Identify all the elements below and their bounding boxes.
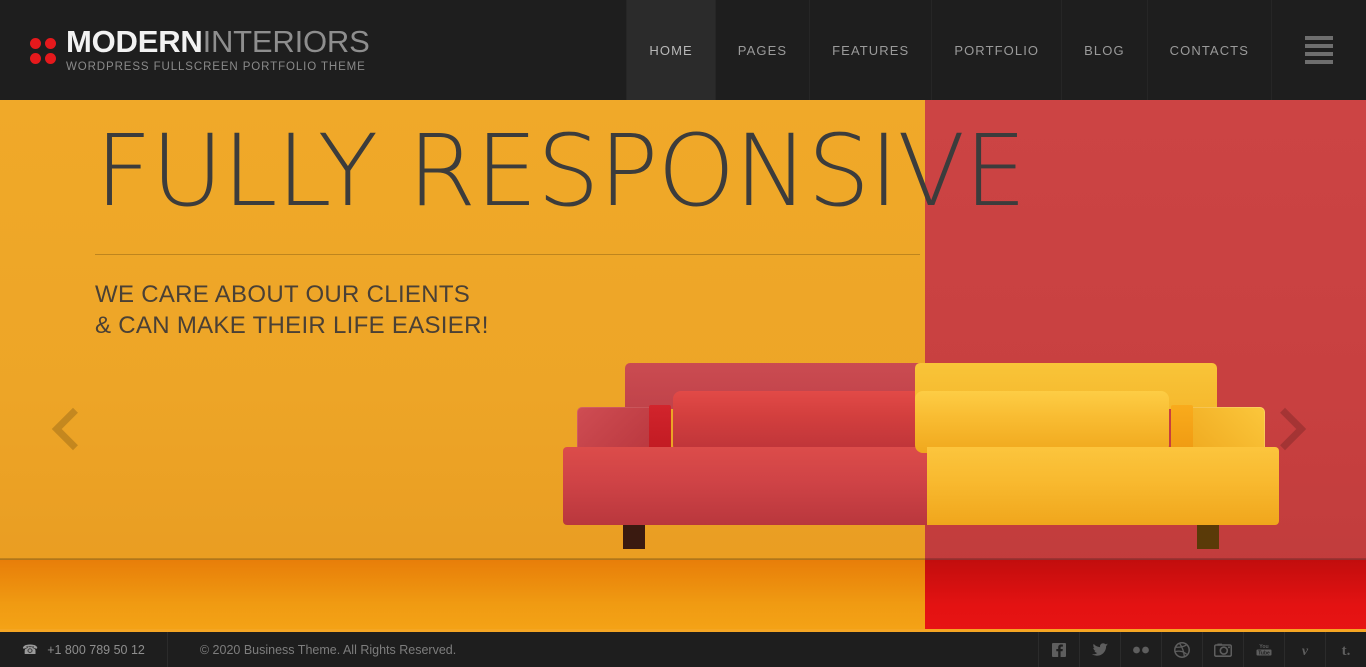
hero-subline-line1: WE CARE ABOUT OUR CLIENTS xyxy=(95,280,471,308)
chevron-right-icon[interactable] xyxy=(1262,400,1308,460)
logo-dot xyxy=(30,38,41,49)
hero-headline: FULLY RESPONSIVE xyxy=(95,114,1027,229)
sofa-leg xyxy=(623,523,645,549)
svg-text:v: v xyxy=(1302,644,1309,657)
logo-dot xyxy=(45,38,56,49)
youtube-icon[interactable]: You Tube xyxy=(1243,632,1284,667)
floor xyxy=(0,560,1366,635)
tumblr-icon[interactable]: t. xyxy=(1325,632,1366,667)
hero-slider: FULLY RESPONSIVE WE CARE ABOUT OUR CLIEN… xyxy=(0,100,1366,635)
flickr-icon[interactable] xyxy=(1120,632,1161,667)
hero-subline-line2: & CAN MAKE THEIR LIFE EASIER! xyxy=(95,311,489,339)
nav-item-home[interactable]: HOME xyxy=(626,0,715,100)
hero-text-block: FULLY RESPONSIVE WE CARE ABOUT OUR CLIEN… xyxy=(95,120,1095,341)
nav-item-portfolio[interactable]: PORTFOLIO xyxy=(931,0,1062,100)
site-logo[interactable]: MODERNINTERIORS WORDPRESS FULLSCREEN POR… xyxy=(0,0,370,100)
chevron-left-icon[interactable] xyxy=(51,400,104,460)
svg-text:t.: t. xyxy=(1342,643,1351,657)
dribbble-icon[interactable] xyxy=(1161,632,1202,667)
logo-dot xyxy=(30,53,41,64)
site-footer: ☎ +1 800 789 50 12 © 2020 Business Theme… xyxy=(0,632,1366,667)
sofa-seat xyxy=(563,447,927,525)
main-navigation: HOME PAGES FEATURES PORTFOLIO BLOG CONTA… xyxy=(626,0,1366,100)
chevron-left-shape xyxy=(51,407,95,451)
hero-divider xyxy=(95,253,920,255)
site-header: MODERNINTERIORS WORDPRESS FULLSCREEN POR… xyxy=(0,0,1366,100)
footer-copyright: © 2020 Business Theme. All Rights Reserv… xyxy=(199,642,457,657)
sofa-left-red xyxy=(563,355,927,555)
sofa-armrest-side xyxy=(1171,405,1193,453)
footer-social-links: You Tube v t. xyxy=(1038,632,1366,667)
hamburger-bar xyxy=(1305,44,1333,48)
floor-right xyxy=(925,560,1366,635)
sofa-right-yellow xyxy=(915,355,1279,555)
sofa-armrest-side xyxy=(649,405,671,453)
logo-title-bold: MODERN xyxy=(66,24,203,60)
chevron-right-shape xyxy=(1263,407,1307,451)
vimeo-icon[interactable]: v xyxy=(1284,632,1325,667)
sofa-cushion xyxy=(673,391,927,453)
logo-dot xyxy=(45,53,56,64)
logo-title: MODERNINTERIORS xyxy=(66,26,370,57)
sofa-illustration xyxy=(563,355,1279,555)
footer-phone[interactable]: ☎ +1 800 789 50 12 xyxy=(0,632,168,667)
facebook-icon[interactable] xyxy=(1038,632,1079,667)
hero-subline: WE CARE ABOUT OUR CLIENTS & CAN MAKE THE… xyxy=(95,280,1095,341)
page-root: MODERNINTERIORS WORDPRESS FULLSCREEN POR… xyxy=(0,0,1366,667)
hamburger-bar xyxy=(1305,60,1333,64)
logo-dots-icon xyxy=(30,38,56,64)
footer-phone-number: +1 800 789 50 12 xyxy=(47,642,145,657)
instagram-icon[interactable] xyxy=(1202,632,1243,667)
nav-item-features[interactable]: FEATURES xyxy=(809,0,932,100)
floor-left xyxy=(0,560,925,635)
hamburger-bar xyxy=(1305,36,1333,40)
svg-text:Tube: Tube xyxy=(1258,650,1270,656)
svg-text:You: You xyxy=(1259,644,1268,650)
sofa-cushion xyxy=(915,391,1169,453)
nav-item-pages[interactable]: PAGES xyxy=(714,0,810,100)
hamburger-bar xyxy=(1305,52,1333,56)
telephone-icon: ☎ xyxy=(22,641,39,657)
sofa-seat xyxy=(927,447,1279,525)
sofa-leg xyxy=(1197,523,1219,549)
hamburger-icon[interactable] xyxy=(1271,0,1366,100)
twitter-icon[interactable] xyxy=(1079,632,1120,667)
nav-item-contacts[interactable]: CONTACTS xyxy=(1146,0,1271,100)
nav-item-blog[interactable]: BLOG xyxy=(1061,0,1147,100)
logo-tagline: WORDPRESS FULLSCREEN PORTFOLIO THEME xyxy=(66,61,366,74)
logo-text: MODERNINTERIORS WORDPRESS FULLSCREEN POR… xyxy=(66,26,370,74)
logo-title-light: INTERIORS xyxy=(202,24,370,60)
